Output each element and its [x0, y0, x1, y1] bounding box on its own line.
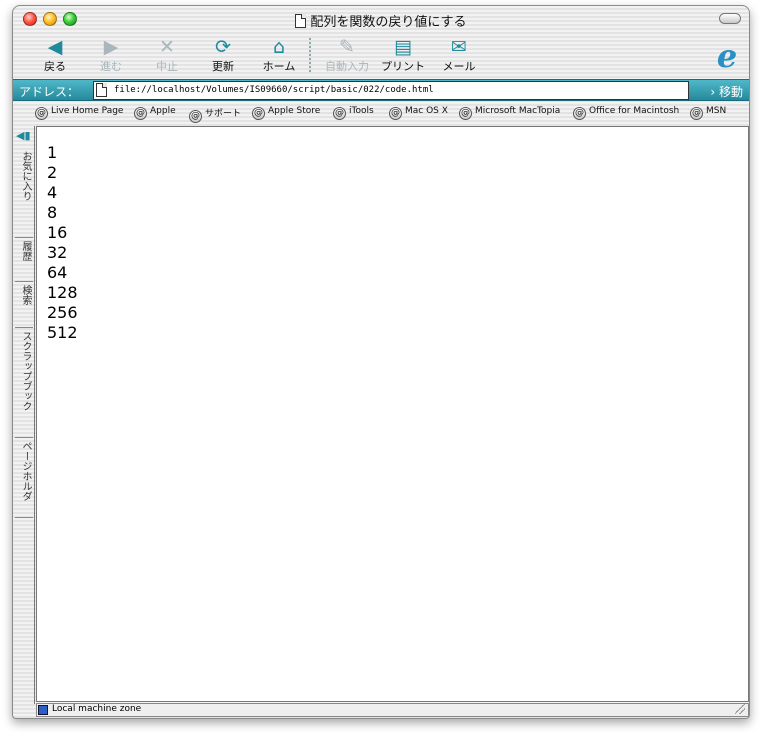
at-icon: @ — [690, 107, 703, 120]
stop-x-icon: ✕ — [159, 36, 175, 58]
print-label: プリント — [381, 60, 425, 73]
mail-label: メール — [442, 60, 476, 73]
resize-grip-icon[interactable] — [735, 704, 745, 714]
page-content: 1 2 4 8 16 32 64 128 256 512 — [36, 126, 749, 702]
favorite-link[interactable]: @ サポート — [189, 106, 241, 123]
favorite-link[interactable]: @ Apple — [134, 106, 176, 120]
favorite-link[interactable]: @ Mac OS X — [389, 106, 448, 120]
refresh-label: 更新 — [212, 60, 234, 73]
output-line: 256 — [47, 303, 78, 322]
at-icon: @ — [389, 107, 402, 120]
status-bar: Local machine zone — [36, 703, 749, 717]
envelope-icon: ✉ — [451, 36, 467, 58]
zone-icon — [38, 705, 48, 715]
at-icon: @ — [134, 107, 147, 120]
output-line: 64 — [47, 263, 68, 282]
back-arrow-icon: ◀ — [47, 36, 63, 58]
explorer-sidebar: ◀▮ お気に入り 履歴 検索 スクラップブック ページホルダ — [13, 126, 35, 704]
favorite-link[interactable]: @ Office for Macintosh — [573, 106, 679, 120]
stop-label: 中止 — [156, 60, 178, 73]
at-icon: @ — [35, 107, 48, 120]
status-text: Local machine zone — [52, 704, 142, 714]
favorite-link[interactable]: @ Microsoft MacTopia — [459, 106, 560, 120]
window-title-area: 配列を関数の戻り値にする — [13, 11, 749, 30]
page-document-icon — [96, 83, 107, 97]
favorite-link[interactable]: @ Live Home Page — [35, 106, 123, 120]
toolbar-toggle-button[interactable] — [719, 13, 741, 24]
at-icon: @ — [459, 107, 472, 120]
refresh-button[interactable]: ⟳ 更新 — [195, 36, 251, 74]
document-icon — [295, 14, 307, 28]
back-label: 戻る — [44, 60, 66, 73]
sidebar-tab-favorites[interactable]: お気に入り — [15, 148, 33, 238]
home-button[interactable]: ⌂ ホーム — [251, 36, 307, 74]
favorite-link[interactable]: @ MSN — [690, 106, 726, 120]
address-field[interactable]: file://localhost/Volumes/IS09660/script/… — [93, 81, 689, 100]
autofill-label: 自動入力 — [325, 60, 369, 73]
favorite-link[interactable]: @ iTools — [333, 106, 374, 120]
forward-arrow-icon: ▶ — [103, 36, 119, 58]
sidebar-tab-history[interactable]: 履歴 — [15, 238, 33, 282]
at-icon: @ — [189, 110, 202, 123]
output-line: 1 — [47, 143, 58, 162]
sidebar-toggle-icon[interactable]: ◀▮ — [16, 129, 31, 142]
address-label: アドレス： — [19, 85, 80, 99]
output-line: 128 — [47, 283, 78, 302]
at-icon: @ — [573, 107, 586, 120]
output-line: 8 — [47, 203, 58, 222]
title-bar[interactable]: 配列を関数の戻り値にする — [13, 6, 749, 34]
pencil-icon: ✎ — [339, 36, 355, 58]
go-arrow-icon: › — [710, 85, 716, 99]
favorite-link[interactable]: @ Apple Store — [252, 106, 320, 120]
output-line: 32 — [47, 243, 68, 262]
at-icon: @ — [252, 107, 265, 120]
output-line: 512 — [47, 323, 78, 342]
mail-button[interactable]: ✉ メール — [431, 36, 487, 74]
output-lines: 1 2 4 8 16 32 64 128 256 512 — [47, 143, 78, 343]
refresh-icon: ⟳ — [215, 36, 231, 58]
address-url[interactable]: file://localhost/Volumes/IS09660/script/… — [114, 85, 434, 95]
window-title: 配列を関数の戻り値にする — [310, 15, 467, 30]
toolbar: ◀ 戻る ▶ 進む ✕ 中止 ⟳ 更新 ⌂ ホーム ✎ 自動入力 ▤ プリント … — [13, 36, 749, 78]
forward-label: 進む — [100, 60, 122, 73]
sidebar-tab-scrapbook[interactable]: スクラップブック — [15, 328, 33, 438]
at-icon: @ — [333, 107, 346, 120]
home-label: ホーム — [262, 60, 296, 73]
output-line: 4 — [47, 183, 58, 202]
stop-button[interactable]: ✕ 中止 — [139, 36, 195, 74]
forward-button[interactable]: ▶ 進む — [83, 36, 139, 74]
favorites-bar: @ Live Home Page @ Apple @ サポート @ Apple Stor… — [13, 103, 749, 125]
address-bar: アドレス： file://localhost/Volumes/IS09660/s… — [13, 79, 749, 101]
sidebar-tab-search[interactable]: 検索 — [15, 282, 33, 328]
go-button[interactable]: › 移動 — [710, 83, 743, 100]
browser-window: 配列を関数の戻り値にする ◀ 戻る ▶ 進む ✕ 中止 ⟳ 更新 ⌂ ホーム ✎… — [12, 5, 750, 719]
home-icon: ⌂ — [272, 36, 286, 58]
printer-icon: ▤ — [394, 36, 412, 58]
output-line: 2 — [47, 163, 58, 182]
back-button[interactable]: ◀ 戻る — [27, 36, 83, 74]
print-button[interactable]: ▤ プリント — [375, 36, 431, 74]
sidebar-tab-page-holder[interactable]: ページホルダ — [15, 438, 33, 518]
autofill-button[interactable]: ✎ 自動入力 — [319, 36, 375, 74]
go-label: 移動 — [718, 85, 743, 99]
output-line: 16 — [47, 223, 68, 242]
internet-explorer-logo-icon: e — [716, 37, 738, 75]
toolbar-separator — [309, 38, 311, 72]
